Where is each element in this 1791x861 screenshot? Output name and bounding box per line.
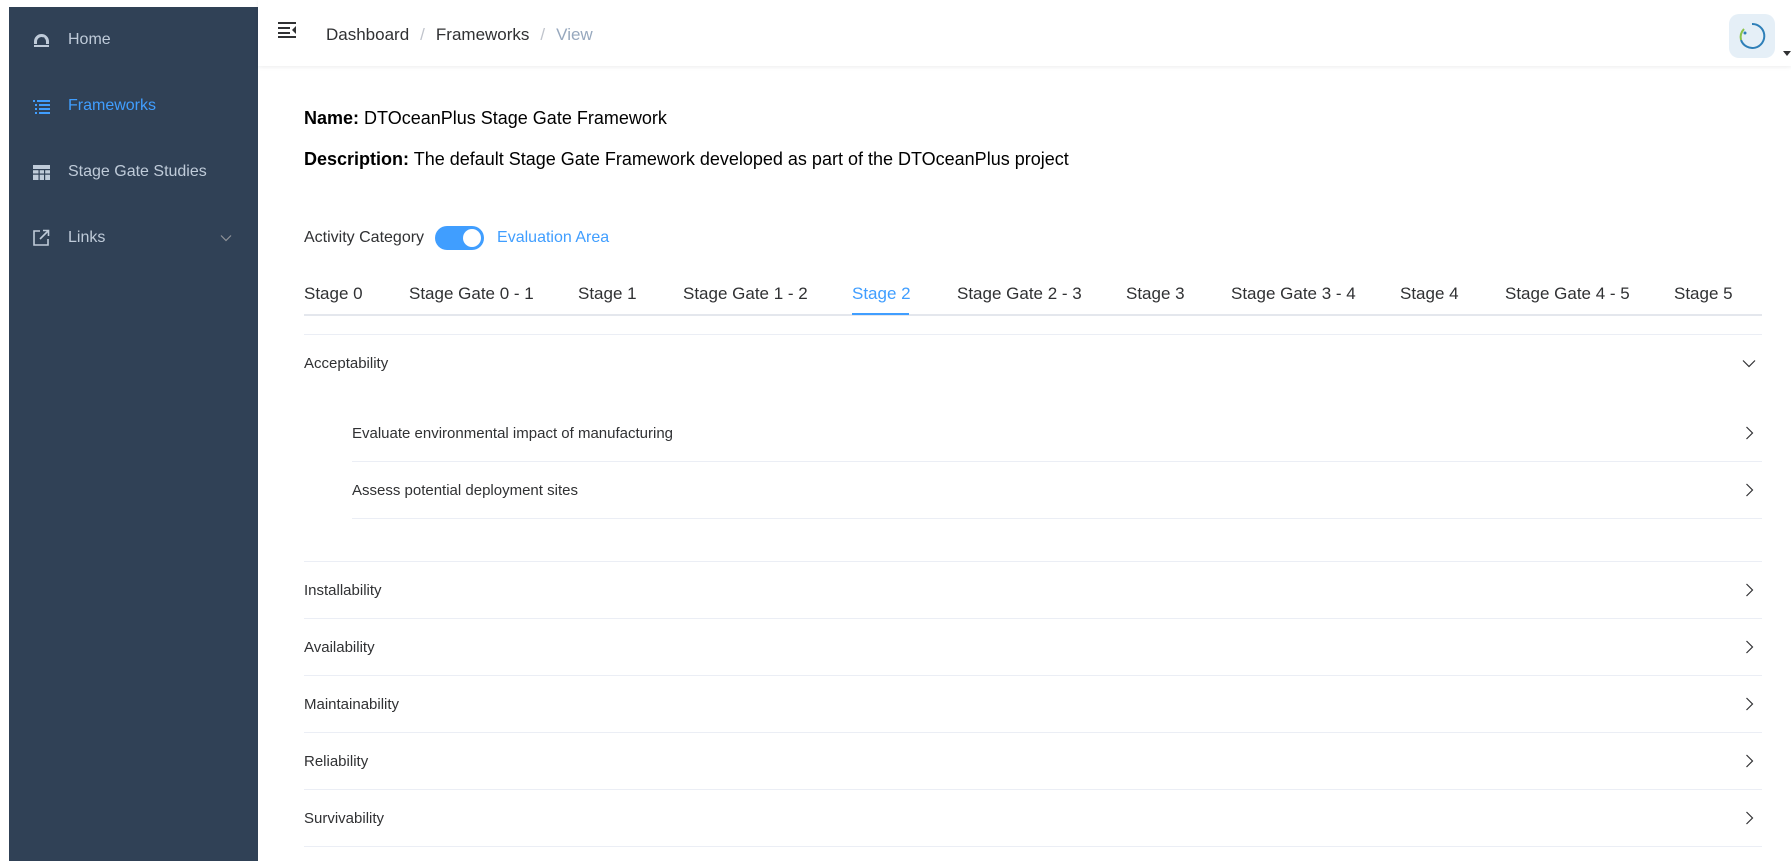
- area-content: Evaluate environmental impact of manufac…: [304, 391, 1762, 561]
- sidebar-item-links[interactable]: Links: [9, 205, 258, 271]
- area-title: Installability: [304, 581, 382, 599]
- framework-description: Description: The default Stage Gate Fram…: [304, 149, 1069, 170]
- tab-stage-gate-4-5[interactable]: Stage Gate 4 - 5: [1505, 284, 1630, 304]
- area-survivability: Survivability: [304, 790, 1762, 847]
- activity-title: Evaluate environmental impact of manufac…: [352, 424, 674, 442]
- area-title: Survivability: [304, 809, 385, 827]
- area-title: Reliability: [304, 752, 369, 770]
- tab-stage-1[interactable]: Stage 1: [578, 284, 637, 304]
- breadcrumb-dashboard[interactable]: Dashboard: [326, 25, 409, 45]
- navbar: Dashboard / Frameworks / View: [258, 0, 1791, 66]
- sidebar-item-label: Home: [68, 31, 111, 48]
- sidebar-item-frameworks[interactable]: Frameworks: [9, 73, 258, 139]
- framework-name: Name: DTOceanPlus Stage Gate Framework: [304, 108, 667, 129]
- activity-item[interactable]: Assess potential deployment sites: [352, 462, 1762, 519]
- chevron-right-icon: [1742, 754, 1756, 768]
- area-title: Availability: [304, 638, 375, 656]
- area-header[interactable]: Survivability: [304, 790, 1762, 846]
- tab-stage-gate-3-4[interactable]: Stage Gate 3 - 4: [1231, 284, 1356, 304]
- tab-stage-3[interactable]: Stage 3: [1126, 284, 1185, 304]
- area-reliability: Reliability: [304, 733, 1762, 790]
- chevron-right-icon: [1742, 811, 1756, 825]
- area-title: Maintainability: [304, 695, 400, 713]
- avatar-logo-icon: [1739, 22, 1766, 49]
- active-tab-indicator: [852, 313, 909, 315]
- breadcrumb-separator: /: [420, 25, 425, 44]
- switch-knob: [463, 229, 482, 247]
- area-maintainability: Maintainability: [304, 676, 1762, 733]
- list-icon: [31, 96, 51, 116]
- avatar[interactable]: [1729, 14, 1775, 58]
- external-link-icon: [31, 228, 51, 248]
- tab-stage-gate-2-3[interactable]: Stage Gate 2 - 3: [957, 284, 1082, 304]
- hamburger-icon[interactable]: [278, 22, 300, 42]
- area-availability: Availability: [304, 619, 1762, 676]
- area-title: Acceptability: [304, 354, 389, 372]
- toggle-label-activity-category[interactable]: Activity Category: [304, 229, 424, 247]
- chevron-right-icon: [1742, 697, 1756, 711]
- dashboard-icon: [31, 30, 51, 50]
- evaluation-areas: Acceptability Evaluate environmental imp…: [304, 334, 1762, 847]
- breadcrumb-separator: /: [540, 25, 546, 44]
- tab-stage-4[interactable]: Stage 4: [1400, 284, 1459, 304]
- chevron-right-icon: [1742, 640, 1756, 654]
- activity-title: Assess potential deployment sites: [352, 481, 578, 499]
- description-label: Description:: [304, 149, 410, 169]
- table-icon: [31, 162, 51, 182]
- sidebar: Home Frameworks Stage Gate Studies Links: [9, 7, 258, 861]
- toggle-label-evaluation-area[interactable]: Evaluation Area: [497, 229, 609, 247]
- area-header[interactable]: Installability: [304, 562, 1762, 618]
- sidebar-item-label: Links: [68, 229, 106, 246]
- stage-tabs: Stage 0 Stage Gate 0 - 1 Stage 1 Stage G…: [304, 272, 1762, 316]
- tab-stage-gate-1-2[interactable]: Stage Gate 1 - 2: [683, 284, 808, 304]
- tab-stage-2[interactable]: Stage 2: [852, 284, 911, 304]
- area-installability: Installability: [304, 562, 1762, 619]
- sidebar-item-stage-gate-studies[interactable]: Stage Gate Studies: [9, 139, 258, 205]
- description-value: The default Stage Gate Framework develop…: [413, 149, 1069, 169]
- area-header[interactable]: Availability: [304, 619, 1762, 675]
- area-acceptability: Acceptability Evaluate environmental imp…: [304, 335, 1762, 562]
- caret-down-icon[interactable]: [1783, 44, 1791, 62]
- sidebar-item-home[interactable]: Home: [9, 7, 258, 73]
- breadcrumb-frameworks[interactable]: Frameworks: [436, 25, 530, 45]
- breadcrumb-view: View: [556, 25, 593, 44]
- area-header[interactable]: Maintainability: [304, 676, 1762, 732]
- tab-stage-0[interactable]: Stage 0: [304, 284, 363, 304]
- chevron-right-icon: [1742, 483, 1756, 497]
- view-toggle: Activity Category Evaluation Area: [304, 226, 609, 250]
- sidebar-item-label: Stage Gate Studies: [68, 163, 207, 180]
- name-value: DTOceanPlus Stage Gate Framework: [364, 108, 667, 128]
- chevron-down-icon: [220, 229, 232, 247]
- breadcrumb: Dashboard / Frameworks / View: [326, 25, 593, 45]
- name-label: Name:: [304, 108, 360, 128]
- area-header[interactable]: Acceptability: [304, 335, 1762, 391]
- chevron-down-icon: [1742, 356, 1756, 370]
- sidebar-item-label: Frameworks: [68, 97, 157, 114]
- area-header[interactable]: Reliability: [304, 733, 1762, 789]
- chevron-right-icon: [1742, 583, 1756, 597]
- chevron-right-icon: [1742, 426, 1756, 440]
- tab-stage-5[interactable]: Stage 5: [1674, 284, 1733, 304]
- activity-item[interactable]: Evaluate environmental impact of manufac…: [352, 405, 1762, 462]
- view-switch[interactable]: [435, 226, 485, 250]
- tab-stage-gate-0-1[interactable]: Stage Gate 0 - 1: [409, 284, 534, 304]
